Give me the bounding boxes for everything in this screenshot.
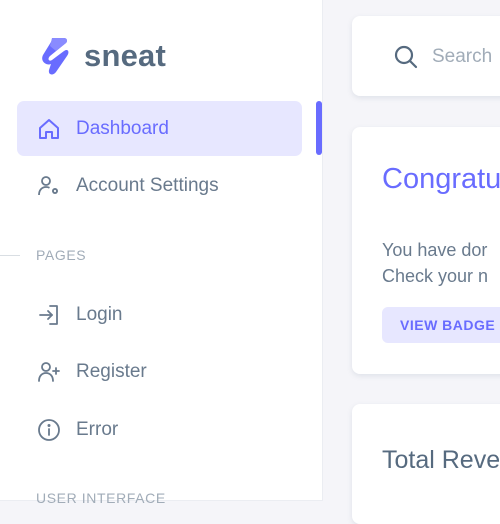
sidebar-item-dashboard[interactable]: Dashboard	[17, 101, 302, 156]
sidebar-item-error[interactable]: Error	[17, 402, 302, 457]
section-divider	[0, 255, 20, 256]
sidebar-item-account-settings[interactable]: Account Settings	[17, 158, 302, 213]
login-icon	[37, 303, 61, 327]
sneat-logo-icon	[42, 38, 69, 75]
sidebar-item-label: Register	[76, 360, 147, 382]
search-icon[interactable]	[393, 44, 419, 70]
sidebar-item-login[interactable]: Login	[17, 287, 302, 342]
user-gear-icon	[37, 174, 61, 198]
section-header-user-interface: USER INTERFACE	[36, 490, 166, 506]
welcome-title: Congratu	[382, 163, 500, 195]
welcome-text-line: Check your n	[382, 266, 489, 286]
total-revenue-card: Total Reve	[352, 404, 500, 524]
user-plus-icon	[37, 360, 61, 384]
active-indicator	[316, 101, 322, 155]
info-circle-icon	[37, 418, 61, 442]
brand-name: sneat	[84, 38, 166, 73]
brand[interactable]: sneat	[38, 36, 166, 76]
welcome-text-line: You have dor	[382, 240, 488, 260]
sidebar-item-label: Error	[76, 418, 119, 440]
sidebar-item-label: Account Settings	[76, 174, 219, 196]
sidebar-item-register[interactable]: Register	[17, 344, 302, 399]
card-title: Total Reve	[382, 446, 500, 474]
sidebar: sneat Dashboard Account Settings PAGES L…	[0, 0, 322, 506]
welcome-text: You have dor Check your n	[382, 237, 488, 289]
welcome-card: Congratu You have dor Check your n VIEW …	[352, 127, 500, 374]
sidebar-item-label: Login	[76, 303, 123, 325]
section-header-pages: PAGES	[36, 247, 87, 263]
home-icon	[37, 117, 61, 141]
sidebar-item-label: Dashboard	[76, 117, 169, 139]
search-bar: Search	[352, 16, 500, 96]
view-badges-button[interactable]: VIEW BADGE	[382, 307, 500, 343]
search-input[interactable]: Search	[432, 46, 492, 68]
